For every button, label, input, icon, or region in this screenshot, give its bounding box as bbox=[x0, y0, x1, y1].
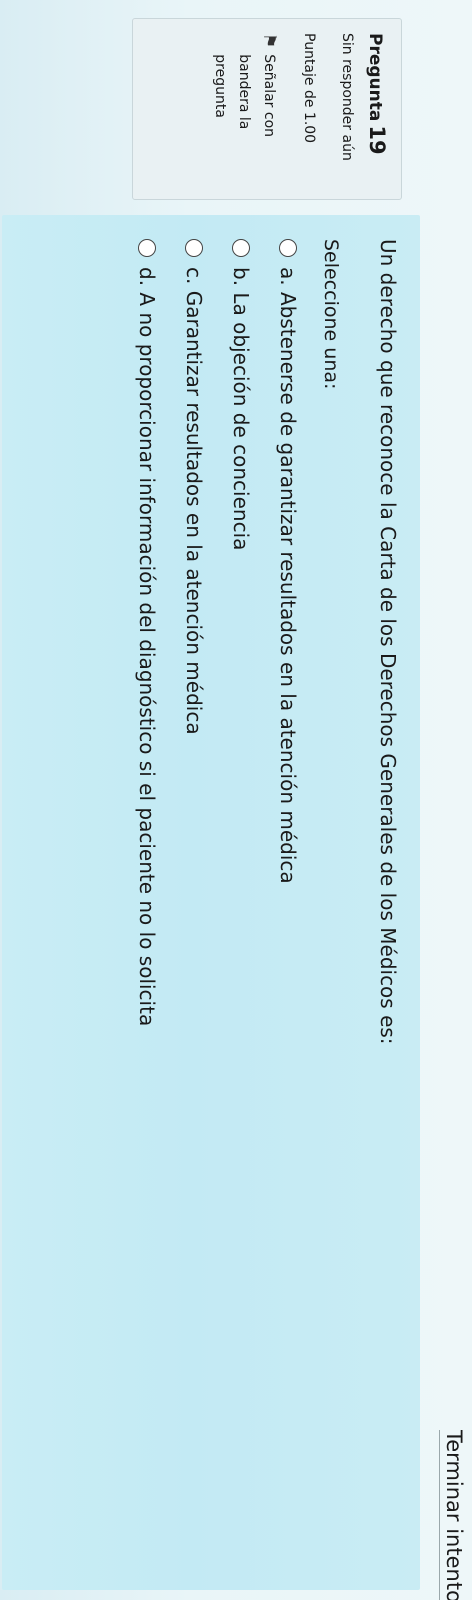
question-text: Un derecho que reconoce la Carta de los … bbox=[376, 239, 400, 1045]
answer-option-c[interactable]: c. Garantizar resultados en la atención … bbox=[171, 239, 218, 1566]
answer-option-label: b. La objeción de conciencia bbox=[229, 267, 254, 551]
radio-unchecked-icon[interactable] bbox=[279, 239, 298, 257]
radio-unchecked-icon[interactable] bbox=[185, 239, 204, 257]
answer-option-d[interactable]: d. A no proporcionar información del dia… bbox=[124, 239, 171, 1566]
flag-question-label: Señalar con bandera la pregunta bbox=[212, 54, 277, 138]
quiz-page: Terminar intento ... Pregunta 19 Sin resp… bbox=[0, 0, 472, 1600]
finish-attempt-link[interactable]: Terminar intento ... bbox=[439, 1430, 466, 1600]
flag-question-toggle[interactable]: ⚑ Señalar con bandera la pregunta bbox=[208, 33, 282, 185]
screen-viewport: Terminar intento ... Pregunta 19 Sin resp… bbox=[0, 0, 472, 1600]
answer-options: a. Abstenerse de garantizar resultados e… bbox=[124, 239, 312, 1566]
flag-icon: ⚑ bbox=[259, 33, 279, 49]
question-heading: Pregunta 19 bbox=[365, 33, 389, 185]
radio-unchecked-icon[interactable] bbox=[138, 239, 157, 257]
answer-option-a[interactable]: a. Abstenerse de garantizar resultados e… bbox=[265, 239, 312, 1566]
answer-option-label: c. Garantizar resultados en la atención … bbox=[182, 267, 207, 735]
answer-option-label: a. Abstenerse de garantizar resultados e… bbox=[276, 267, 301, 884]
question-number: 19 bbox=[365, 125, 389, 155]
question-label: Pregunta bbox=[365, 33, 385, 122]
question-content: Un derecho que reconoce la Carta de los … bbox=[2, 215, 420, 1590]
answer-option-b[interactable]: b. La objeción de conciencia bbox=[218, 239, 265, 1566]
question-grade: Puntaje de 1.00 bbox=[301, 33, 317, 144]
question-info-panel: Pregunta 19 Sin responder aún Puntaje de … bbox=[132, 18, 402, 200]
answer-instruction: Seleccione una: bbox=[320, 239, 342, 390]
question-status: Sin responder aún bbox=[339, 33, 355, 161]
radio-unchecked-icon[interactable] bbox=[232, 239, 251, 257]
answer-option-label: d. A no proporcionar información del dia… bbox=[135, 267, 160, 1027]
